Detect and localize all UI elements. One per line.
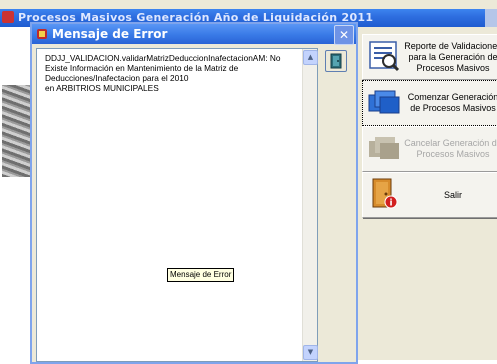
start-generation-label: Comenzar Generación de Procesos Masivos (407, 92, 497, 113)
message-scrollbar[interactable]: ▲ ▼ (302, 49, 318, 361)
cancel-folders-icon (369, 137, 399, 159)
report-icon (369, 41, 400, 72)
cancel-generation-label: Cancelar Generación de Procesos Masivos (404, 138, 497, 159)
close-icon[interactable]: ✕ (334, 25, 354, 45)
scroll-up-icon[interactable]: ▲ (303, 50, 318, 65)
cancel-generation-button[interactable]: Cancelar Generación de Procesos Masivos (362, 126, 497, 172)
app-icon (2, 11, 14, 23)
exit-button[interactable]: i Salir (362, 172, 497, 218)
folders-icon (368, 90, 400, 114)
dialog-exit-button[interactable] (325, 50, 347, 72)
report-validations-button[interactable]: Reporte de Validaciones para la Generaci… (362, 34, 497, 80)
svg-text:i: i (389, 199, 392, 209)
error-message-text: DDJJ_VALIDACION.validarMatrizDeduccionIn… (45, 53, 281, 93)
exit-label: Salir (443, 189, 462, 200)
error-dialog-titlebar[interactable]: Mensaje de Error ✕ (32, 24, 356, 45)
scroll-down-icon[interactable]: ▼ (303, 345, 318, 360)
app-icon (37, 29, 47, 39)
error-message-box[interactable]: DDJJ_VALIDACION.validarMatrizDeduccionIn… (36, 48, 318, 362)
error-dialog: Mensaje de Error ✕ DDJJ_VALIDACION.valid… (30, 22, 358, 364)
exit-door-icon: i (372, 178, 398, 209)
door-icon (330, 53, 342, 69)
start-generation-button[interactable]: Comenzar Generación de Procesos Masivos (362, 80, 497, 126)
main-window-close-button[interactable] (485, 9, 497, 27)
error-dialog-title: Mensaje de Error (52, 27, 168, 41)
report-validations-label: Reporte de Validaciones para la Generaci… (404, 40, 497, 73)
tooltip: Mensaje de Error (167, 268, 235, 282)
